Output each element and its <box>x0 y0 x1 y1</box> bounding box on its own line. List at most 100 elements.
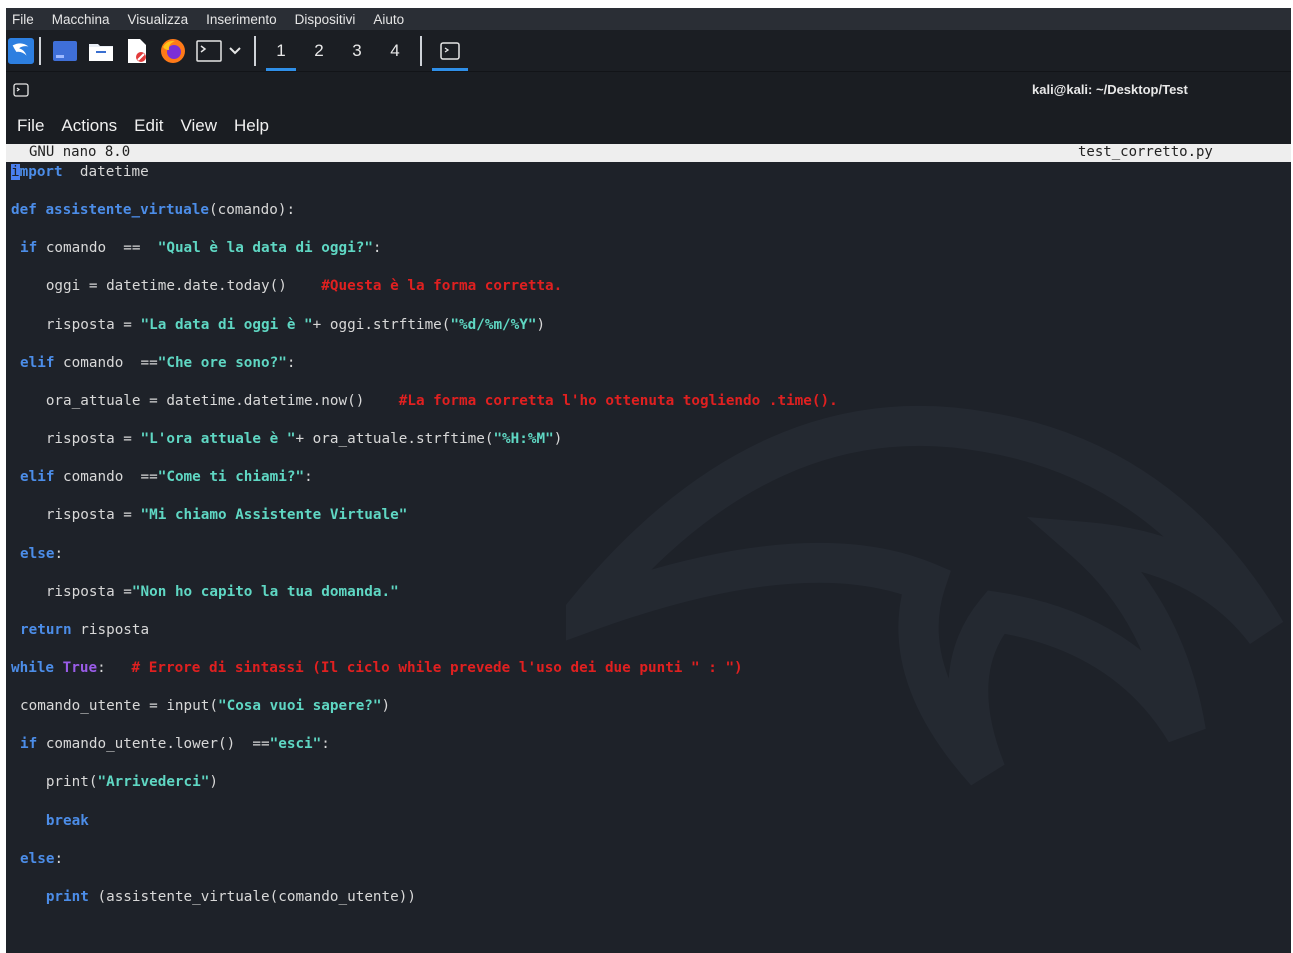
code-text: datetime <box>62 164 149 180</box>
code-text: : <box>54 850 64 867</box>
terminal-title: kali@kali: ~/Desktop/Test <box>1032 82 1188 97</box>
code-keyword: def <box>11 202 46 219</box>
code-text: ora_attuale = datetime.datetime.now() <box>20 392 399 409</box>
code-line: risposta = "Mi chiamo Assistente Virtual… <box>20 505 408 525</box>
code-line: risposta = "L'ora attuale è "+ ora_attua… <box>20 429 563 449</box>
code-string: "%H:%M" <box>493 431 554 448</box>
code-string: "L'ora attuale è " <box>140 431 296 448</box>
terminal-menu-actions[interactable]: Actions <box>61 116 117 136</box>
vm-menu-aiuto[interactable]: Aiuto <box>373 12 404 27</box>
code-text: (comando): <box>208 202 296 219</box>
terminal-window-icon <box>13 82 29 101</box>
code-line: oggi = datetime.date.today() #Questa è l… <box>20 276 562 296</box>
kali-dragon-icon[interactable] <box>8 37 34 64</box>
terminal-menu-file[interactable]: File <box>17 116 44 136</box>
taskbar-terminal-window[interactable] <box>428 30 472 72</box>
vm-menu-file[interactable]: File <box>12 12 34 27</box>
code-string: "esci" <box>269 736 322 753</box>
code-text: risposta = <box>20 431 141 448</box>
code-keyword: if <box>20 240 38 257</box>
code-text: print( <box>20 774 98 791</box>
file-manager-icon[interactable] <box>88 38 114 64</box>
code-line: def assistente_virtuale(comando): <box>11 200 295 220</box>
code-string: "Arrivederci" <box>97 774 210 791</box>
code-text: + oggi.strftime( <box>312 316 451 333</box>
code-line: print("Arrivederci") <box>20 772 218 792</box>
top-panel: 1234 <box>6 30 1291 72</box>
code-line: else: <box>20 849 63 869</box>
vm-menu-dispositivi[interactable]: Dispositivi <box>295 12 356 27</box>
code-text: + ora_attuale.strftime( <box>295 431 494 448</box>
code-comment: # Errore di sintassi (Il ciclo while pre… <box>131 659 743 676</box>
nano-header-bar: GNU nano 8.0 test_corretto.py <box>6 144 1291 162</box>
code-text: : <box>286 354 296 371</box>
code-string: "Come ti chiami?" <box>157 469 305 486</box>
nano-filename: test_corretto.py <box>1078 144 1213 160</box>
terminal-menu-edit[interactable]: Edit <box>134 116 163 136</box>
code-text: (assistente_virtuale(comando_utente)) <box>88 888 416 905</box>
vm-menu-visualizza[interactable]: Visualizza <box>128 12 189 27</box>
workspace-3[interactable]: 3 <box>338 30 376 72</box>
code-keyword: print <box>45 888 89 905</box>
code-keyword: elif <box>20 469 55 486</box>
code-line: break <box>20 811 89 831</box>
code-keyword: while <box>11 659 55 676</box>
code-line: if comando == "Qual è la data di oggi?": <box>20 238 382 258</box>
firefox-icon[interactable] <box>160 38 186 64</box>
code-text: risposta <box>71 621 150 638</box>
vm-menu-macchina[interactable]: Macchina <box>52 12 110 27</box>
workspace-switcher: 1234 <box>262 30 414 72</box>
nano-editor[interactable]: import datetime def assistente_virtuale(c… <box>6 162 1291 952</box>
code-keyword: return <box>20 621 72 638</box>
code-text: comando_utente = input( <box>20 698 218 715</box>
workspace-1[interactable]: 1 <box>262 30 300 72</box>
terminal-icon[interactable] <box>196 38 222 64</box>
workspace-2[interactable]: 2 <box>300 30 338 72</box>
text-editor-icon[interactable] <box>124 38 150 64</box>
code-keyword: assistente_virtuale <box>45 202 209 219</box>
code-text: : <box>54 545 64 562</box>
code-text: ) <box>381 698 391 715</box>
terminal-menu-view[interactable]: View <box>180 116 217 136</box>
code-line: risposta ="Non ho capito la tua domanda.… <box>20 582 399 602</box>
code-keyword: else <box>20 545 55 562</box>
code-string: "Cosa vuoi sapere?" <box>217 698 382 715</box>
code-line: print (assistente_virtuale(comando_utent… <box>20 887 416 907</box>
code-comment: #Questa è la forma corretta. <box>321 278 563 295</box>
chevron-down-icon[interactable] <box>227 38 243 64</box>
code-text: ) <box>209 774 218 791</box>
code-text: risposta = <box>20 583 132 600</box>
text-cursor: i <box>11 164 20 180</box>
vm-menu-inserimento[interactable]: Inserimento <box>206 12 277 27</box>
workspace-4[interactable]: 4 <box>376 30 414 72</box>
code-string: "%d/%m/%Y" <box>450 316 537 333</box>
code-text: : <box>372 240 382 257</box>
code-keyword: break <box>45 812 89 829</box>
terminal-titlebar[interactable]: kali@kali: ~/Desktop/Test <box>6 72 1291 108</box>
code-text: comando == <box>54 354 158 371</box>
code-line: ora_attuale = datetime.datetime.now() #L… <box>20 391 838 411</box>
code-keyword: else <box>20 850 55 867</box>
code-line: elif comando =="Che ore sono?": <box>20 353 295 373</box>
panel-separator <box>420 35 422 66</box>
code-keyword: if <box>20 736 38 753</box>
code-text: risposta = <box>20 507 141 524</box>
code-line: while True: # Errore di sintassi (Il cic… <box>11 658 743 678</box>
panel-separator <box>39 36 41 65</box>
code-text: comando == <box>37 240 158 257</box>
terminal-menu-help[interactable]: Help <box>234 116 269 136</box>
code-line: risposta = "La data di oggi è "+ oggi.st… <box>20 315 545 335</box>
code-text: comando == <box>54 469 158 486</box>
desktop-icon[interactable] <box>52 38 78 64</box>
code-string: "Mi chiamo Assistente Virtuale" <box>140 507 408 524</box>
terminal-menubar: File Actions Edit View Help <box>6 108 1291 144</box>
code-string: "Che ore sono?" <box>157 354 287 371</box>
code-text: : <box>321 736 330 753</box>
code-text: : <box>97 659 132 676</box>
code-line: if comando_utente.lower() =="esci": <box>20 734 330 754</box>
code-text: oggi = datetime.date.today() <box>20 278 322 295</box>
code-line: import datetime <box>11 162 149 182</box>
